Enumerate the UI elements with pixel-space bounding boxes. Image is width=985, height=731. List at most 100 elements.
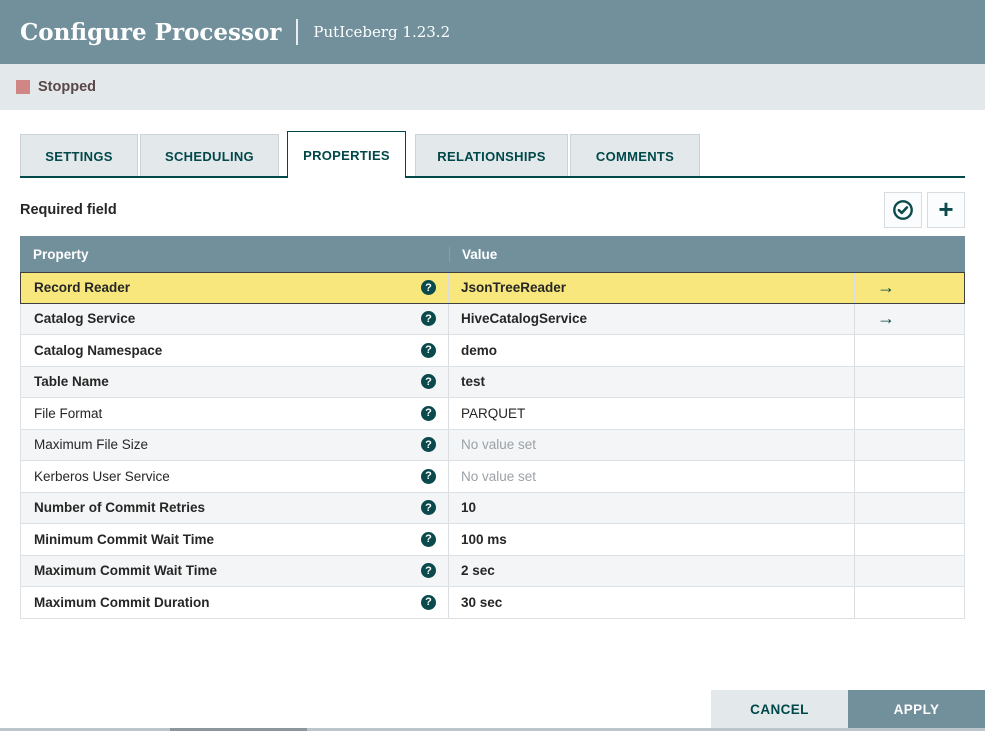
help-icon[interactable]: ? [421,500,436,516]
dialog-title: Configure Processor [20,18,282,46]
property-name: Catalog Service [34,311,136,327]
property-name: Kerberos User Service [34,468,170,484]
table-row[interactable]: Kerberos User Service? No value set [20,461,965,493]
property-name-cell: Catalog Service? [21,303,449,334]
check-circle-icon [893,200,913,220]
table-row[interactable]: Number of Commit Retries? 10 [20,492,965,524]
property-value-cell[interactable]: 10 [449,492,855,523]
help-icon[interactable]: ? [421,437,436,453]
configure-processor-dialog: Configure Processor PutIceberg 1.23.2 St… [0,0,985,731]
property-value-cell[interactable]: test [449,366,855,397]
tab-settings[interactable]: SETTINGS [20,134,138,178]
processor-name-version: PutIceberg 1.23.2 [313,23,451,41]
row-action-cell [855,367,964,398]
plus-icon: + [938,193,954,224]
help-icon[interactable]: ? [421,342,436,358]
properties-table-body: Record Reader? JsonTreeReader → Catalog Ser… [20,272,965,619]
property-name-cell: Number of Commit Retries? [21,492,449,523]
row-action-cell [855,524,964,555]
table-row[interactable]: Record Reader? JsonTreeReader → [20,272,965,304]
column-header-value: Value [449,246,855,262]
property-value-cell[interactable]: No value set [449,429,855,460]
table-row[interactable]: Table Name? test [20,366,965,398]
cancel-button[interactable]: CANCEL [711,690,848,728]
footer-buttons: CANCEL APPLY [711,690,985,728]
tab-relationships[interactable]: RELATIONSHIPS [415,134,568,178]
table-row[interactable]: Catalog Namespace? demo [20,335,965,367]
table-row[interactable]: Maximum Commit Wait Time? 2 sec [20,555,965,587]
property-name-cell: Maximum Commit Duration? [21,587,449,618]
property-name-cell: Catalog Namespace? [21,335,449,366]
help-icon[interactable]: ? [421,594,436,610]
property-value-cell[interactable]: HiveCatalogService [449,303,855,334]
table-row[interactable]: File Format? PARQUET [20,398,965,430]
row-action-cell [855,430,964,461]
status-bar: Stopped [0,64,985,110]
row-action-cell [855,493,964,524]
table-row[interactable]: Minimum Commit Wait Time? 100 ms [20,524,965,556]
property-value: PARQUET [461,405,526,421]
property-value-cell[interactable]: demo [449,335,855,366]
help-icon[interactable]: ? [421,280,436,296]
row-action-cell: → [855,273,964,303]
go-to-service-icon[interactable]: → [877,277,895,298]
property-value: demo [461,342,498,358]
property-name: Table Name [34,374,109,390]
row-action-cell: → [855,304,964,335]
property-name-cell: Maximum Commit Wait Time? [21,555,449,586]
property-value: test [461,374,486,390]
property-value: 10 [461,500,477,516]
property-name: Catalog Namespace [34,342,163,358]
help-icon[interactable]: ? [421,468,436,484]
help-icon[interactable]: ? [421,374,436,390]
property-value: No value set [461,468,537,484]
tab-properties[interactable]: PROPERTIES [287,131,406,178]
property-value-cell[interactable]: JsonTreeReader [449,273,855,303]
row-action-cell [855,398,964,429]
property-value: JsonTreeReader [461,280,567,296]
verify-properties-button[interactable] [884,192,922,228]
property-name-cell: File Format? [21,398,449,429]
table-row[interactable]: Catalog Service? HiveCatalogService → [20,303,965,335]
apply-button[interactable]: APPLY [848,690,985,728]
status-label: Stopped [38,79,96,95]
property-name-cell: Kerberos User Service? [21,461,449,492]
property-value: 2 sec [461,563,495,579]
dialog-header: Configure Processor PutIceberg 1.23.2 [0,0,985,64]
property-name-cell: Maximum File Size? [21,429,449,460]
row-action-cell [855,587,964,618]
column-header-property: Property [33,246,89,262]
property-value-cell[interactable]: 2 sec [449,555,855,586]
row-action-cell [855,556,964,587]
property-name: Maximum Commit Wait Time [34,563,218,579]
property-value-cell[interactable]: No value set [449,461,855,492]
help-icon[interactable]: ? [421,563,436,579]
tab-comments[interactable]: COMMENTS [570,134,700,178]
property-value: HiveCatalogService [461,311,588,327]
help-icon[interactable]: ? [421,311,436,327]
help-icon[interactable]: ? [421,405,436,421]
property-value-cell[interactable]: 100 ms [449,524,855,555]
property-value: No value set [461,437,537,453]
go-to-service-icon[interactable]: → [877,308,895,329]
table-row[interactable]: Maximum File Size? No value set [20,429,965,461]
property-name: Maximum File Size [34,437,149,453]
dialog-content: SETTINGS SCHEDULING PROPERTIES RELATIONSHIP… [0,110,985,619]
help-icon[interactable]: ? [421,531,436,547]
property-name-cell: Record Reader? [21,273,449,303]
property-name-cell: Minimum Commit Wait Time? [21,524,449,555]
stopped-status-icon [16,80,30,94]
tab-scheduling[interactable]: SCHEDULING [140,134,279,178]
property-value: 30 sec [461,594,503,610]
tab-bar: SETTINGS SCHEDULING PROPERTIES RELATIONSHIP… [20,131,965,178]
table-row[interactable]: Maximum Commit Duration? 30 sec [20,587,965,619]
title-divider [296,19,299,45]
property-value-cell[interactable]: 30 sec [449,587,855,618]
required-field-label: Required field [20,202,117,218]
property-name: Minimum Commit Wait Time [34,531,215,547]
property-value-cell[interactable]: PARQUET [449,398,855,429]
add-property-button[interactable]: + [927,192,965,228]
toolbar-buttons: + [884,192,965,228]
row-action-cell [855,461,964,492]
property-name: Maximum Commit Duration [34,594,210,610]
